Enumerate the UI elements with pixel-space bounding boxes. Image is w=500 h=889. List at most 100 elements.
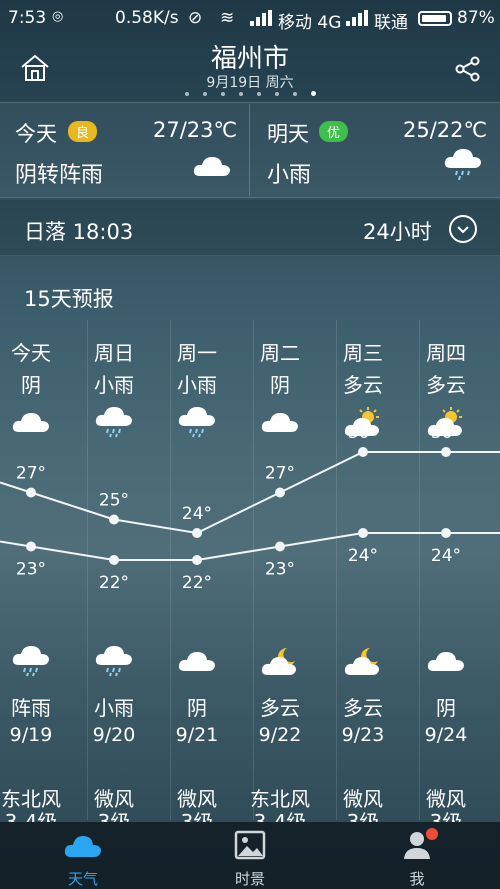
- temp-point: [109, 514, 119, 525]
- sunset-time: 日落 18:03: [24, 220, 134, 244]
- temp-label: 23°: [16, 560, 46, 580]
- battery-icon: [418, 11, 452, 26]
- forecast-wind-level: 3级: [180, 810, 214, 822]
- cloud-icon: [177, 644, 217, 682]
- nav-label-me: 我: [409, 870, 425, 888]
- chevron-down-icon[interactable]: [449, 215, 477, 243]
- photo-icon: [234, 830, 266, 860]
- forecast-night-weather: 多云: [343, 696, 383, 720]
- temp-point: [358, 528, 368, 538]
- cloud-icon: [426, 644, 466, 682]
- nav-tab-me[interactable]: 我: [377, 828, 457, 888]
- forecast-day-weather: 小雨: [177, 373, 217, 397]
- temp-label: 24°: [431, 546, 461, 566]
- tomorrow-condition: 小雨: [267, 163, 312, 188]
- nav-tab-weather[interactable]: 天气: [43, 828, 123, 888]
- forecast-day-weather: 多云: [343, 373, 383, 397]
- moon-cloud-icon: [260, 644, 300, 682]
- temp-point: [26, 541, 36, 552]
- forecast-night-weather: 小雨: [94, 696, 134, 720]
- series-line-1: [0, 532, 500, 561]
- forecast-day-weather: 阴: [21, 373, 41, 397]
- series-line-0: [0, 451, 500, 535]
- forecast-night-weather: 阴: [187, 696, 207, 720]
- status-time: 7:53: [8, 8, 47, 28]
- forecast-title: 15天预报: [24, 287, 114, 311]
- page-indicator: [0, 91, 500, 96]
- moon-cloud-icon: [343, 644, 383, 682]
- rain-icon: [94, 644, 134, 682]
- temp-point: [109, 555, 119, 565]
- temp-label: 27°: [265, 464, 295, 484]
- forecast-night-weather: 阵雨: [11, 696, 51, 720]
- forecast-date: 9/19: [9, 724, 53, 746]
- temp-point: [441, 447, 451, 457]
- forecast-wind-level: 3级: [346, 810, 380, 822]
- forecast-date: 9/20: [92, 724, 136, 746]
- tomorrow-temp: 25/22℃: [403, 118, 488, 142]
- status-carrier2: 联通: [374, 13, 408, 33]
- temp-point: [26, 487, 36, 498]
- temp-label: 30°: [348, 430, 378, 443]
- temp-point: [275, 541, 285, 552]
- forecast-day-weather: 多云: [426, 373, 466, 397]
- status-bar: 7:53 ◎ 0.58K/s ⊘ ≋ 移动 4G 联通 87%: [0, 0, 500, 36]
- forecast-date: 9/24: [424, 724, 468, 746]
- temp-label: 22°: [99, 573, 129, 593]
- forecast-date: 9/21: [175, 724, 219, 746]
- city-name[interactable]: 福州市: [0, 38, 500, 75]
- temp-point: [192, 555, 202, 565]
- temp-label: 24°: [182, 504, 212, 524]
- tomorrow-aqi-badge: 优: [319, 121, 349, 142]
- today-condition: 阴转阵雨: [15, 163, 104, 188]
- cloud-icon: [64, 836, 101, 857]
- rain-icon: [444, 149, 481, 181]
- tomorrow-label: 明天: [267, 122, 309, 146]
- signal-icon-2: [346, 10, 368, 26]
- header-date: 9月19日 周六: [206, 75, 294, 91]
- forecast-day: 周三: [343, 341, 383, 365]
- temp-point: [275, 487, 285, 498]
- today-label: 今天: [15, 122, 57, 146]
- today-aqi-badge: 良: [68, 121, 98, 142]
- mute-icon: ⊘: [188, 8, 203, 28]
- forecast-wind-level: 3-4级: [4, 810, 58, 822]
- wifi-icon: ≋: [220, 8, 235, 28]
- forecast-day-weather: 小雨: [94, 373, 134, 397]
- temp-point: [358, 447, 368, 457]
- forecast-date: 9/22: [258, 724, 302, 746]
- nav-label-scenes: 时景: [234, 870, 265, 888]
- forecast-date: 9/23: [341, 724, 385, 746]
- temp-label: 23°: [265, 560, 295, 580]
- hours-button[interactable]: 24小时: [363, 216, 432, 246]
- temp-label: 24°: [348, 546, 378, 566]
- temp-label: 27°: [16, 464, 46, 484]
- forecast-day: 周日: [94, 341, 134, 365]
- forecast-day: 周一: [177, 341, 217, 365]
- status-battery: 87%: [457, 8, 495, 28]
- rain-icon: [11, 644, 51, 682]
- temp-point: [441, 528, 451, 538]
- forecast-day: 今天: [11, 341, 51, 365]
- temp-label: 30°: [431, 430, 461, 443]
- status-speed: 0.58K/s: [115, 8, 179, 28]
- nav-tab-scenes[interactable]: 时景: [210, 828, 290, 888]
- temp-label: 22°: [182, 573, 212, 593]
- nav-label-weather: 天气: [67, 870, 98, 888]
- forecast-wind-level: 3级: [429, 810, 463, 822]
- signal-icon: [250, 10, 272, 26]
- forecast-night-weather: 阴: [436, 696, 456, 720]
- forecast-wind-level: 3级: [97, 810, 131, 822]
- forecast-day: 周二: [260, 341, 300, 365]
- app-notification-icon: ◎: [52, 9, 64, 24]
- temperature-chart: 27° 25° 24° 27° 30° 30° 23° 22° 22° 23° 24° 24°: [0, 430, 500, 593]
- share-icon[interactable]: [455, 56, 481, 82]
- forecast-day-weather: 阴: [270, 373, 290, 397]
- temp-label: 25°: [99, 491, 129, 511]
- notification-dot: [426, 828, 438, 840]
- forecast-day: 周四: [426, 341, 466, 365]
- forecast-night-weather: 多云: [260, 696, 300, 720]
- status-carrier1: 移动 4G: [278, 13, 342, 33]
- forecast-wind-level: 3-4级: [253, 810, 307, 822]
- panel-divider: [249, 104, 250, 196]
